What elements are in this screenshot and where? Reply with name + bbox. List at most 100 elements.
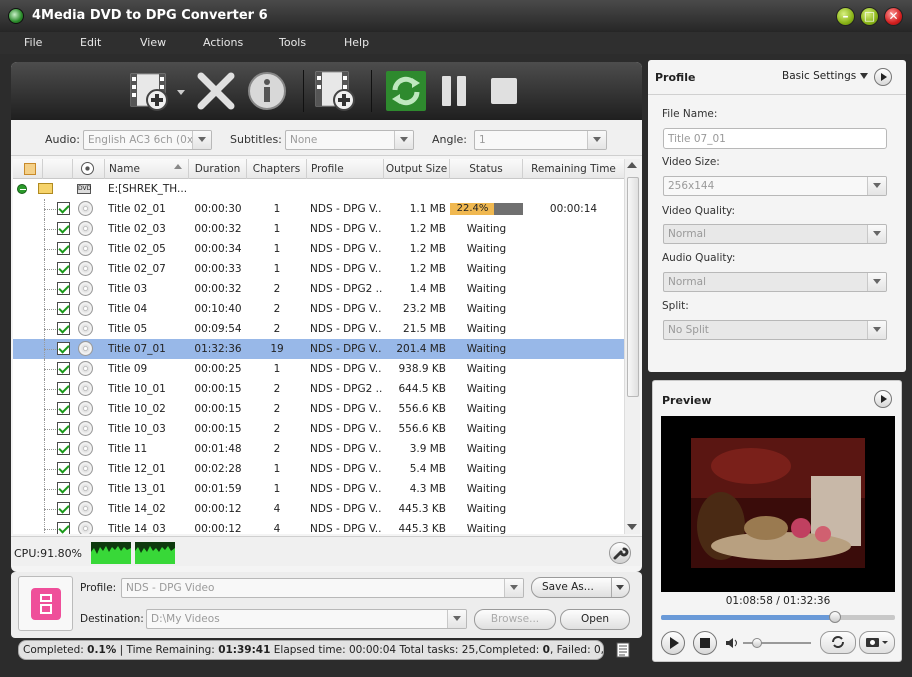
save-as-button[interactable]: Save As... [531, 577, 630, 598]
row-checkbox[interactable] [57, 382, 70, 395]
column-chapters[interactable]: Chapters [247, 159, 307, 179]
angle-select[interactable]: 1 [474, 130, 607, 150]
settings-button[interactable] [609, 542, 631, 564]
completed-value: 0.1% [87, 644, 117, 656]
table-row[interactable]: Title 10_02 00:00:15 2 NDS - DPG V... 556.6 … [13, 399, 624, 419]
column-output-size[interactable]: Output Size [384, 159, 450, 179]
seek-thumb[interactable] [829, 611, 842, 623]
minimize-button[interactable]: – [836, 7, 855, 26]
table-row[interactable]: Title 02_07 00:00:33 1 NDS - DPG V... 1.2 MB… [13, 259, 624, 279]
row-checkbox[interactable] [57, 522, 70, 534]
stop-button[interactable] [483, 70, 525, 112]
stop-preview-button[interactable] [693, 631, 717, 655]
open-button[interactable]: Open [560, 609, 630, 630]
add-chapter-button[interactable] [314, 70, 356, 112]
row-checkbox[interactable] [57, 202, 70, 215]
video-size-select[interactable]: 256x144 [663, 176, 887, 196]
file-name-input[interactable]: Title 07_01 [663, 128, 887, 149]
expand-preview-button[interactable] [874, 390, 892, 408]
table-row[interactable]: Title 13_01 00:01:59 1 NDS - DPG V... 4.3 MB… [13, 479, 624, 499]
menu-edit[interactable]: Edit [80, 36, 101, 49]
table-row[interactable]: Title 05 00:09:54 2 NDS - DPG V... 21.5 MB Wa… [13, 319, 624, 339]
row-checkbox[interactable] [57, 262, 70, 275]
remove-button[interactable] [195, 70, 237, 112]
menu-view[interactable]: View [140, 36, 166, 49]
row-checkbox[interactable] [57, 362, 70, 375]
collapse-icon[interactable] [17, 184, 27, 194]
menu-tools[interactable]: Tools [279, 36, 306, 49]
play-button[interactable] [661, 631, 685, 655]
table-row[interactable]: Title 02_05 00:00:34 1 NDS - DPG V... 1.2 MB… [13, 239, 624, 259]
profile-select[interactable]: NDS - DPG Video [121, 578, 524, 598]
convert-button[interactable] [385, 70, 427, 112]
table-row[interactable]: Title 02_01 00:00:30 1 NDS - DPG V... 1.1 MB… [13, 199, 624, 219]
destination-select[interactable]: D:\My Videos [146, 609, 467, 629]
log-button[interactable] [614, 641, 632, 659]
close-button[interactable]: ✕ [884, 7, 903, 26]
audio-quality-label: Audio Quality: [662, 252, 736, 264]
info-button[interactable] [246, 70, 288, 112]
menu-help[interactable]: Help [344, 36, 369, 49]
browse-button[interactable]: Browse... [474, 609, 556, 630]
table-row[interactable]: Title 03 00:00:32 2 NDS - DPG2 ... 1.4 MB Wai… [13, 279, 624, 299]
settings-mode-select[interactable]: Basic Settings [782, 70, 868, 82]
row-checkbox[interactable] [57, 222, 70, 235]
menu-actions[interactable]: Actions [203, 36, 243, 49]
video-quality-select[interactable]: Normal [663, 224, 887, 244]
subtitles-select-value: None [290, 134, 318, 146]
audio-select[interactable]: English AC3 6ch (0x8 [83, 130, 212, 150]
play-icon [670, 637, 679, 649]
split-select[interactable]: No Split [663, 320, 887, 340]
scroll-up-icon[interactable] [627, 162, 637, 168]
select-all-column[interactable] [13, 159, 43, 179]
maximize-button[interactable]: □ [860, 7, 879, 26]
menu-file[interactable]: File [24, 36, 42, 49]
audio-quality-select[interactable]: Normal [663, 272, 887, 292]
column-remaining-time[interactable]: Remaining Time [523, 159, 624, 179]
table-row[interactable]: Title 14_03 00:00:12 4 NDS - DPG V... 445.3 … [13, 519, 624, 534]
row-checkbox[interactable] [57, 422, 70, 435]
row-checkbox[interactable] [57, 282, 70, 295]
row-checkbox[interactable] [57, 402, 70, 415]
table-row[interactable]: Title 14_02 00:00:12 4 NDS - DPG V... 445.3 … [13, 499, 624, 519]
table-row[interactable]: Title 09 00:00:25 1 NDS - DPG V... 938.9 KB W… [13, 359, 624, 379]
table-row[interactable]: Title 10_03 00:00:15 2 NDS - DPG V... 556.6 … [13, 419, 624, 439]
volume-icon[interactable] [725, 637, 739, 649]
save-as-dropdown[interactable] [611, 578, 629, 597]
scroll-thumb[interactable] [627, 177, 639, 397]
source-row[interactable]: DVD E:[SHREK_TH... [13, 179, 624, 199]
table-row[interactable]: Title 10_01 00:00:15 2 NDS - DPG2 ... 644.5 … [13, 379, 624, 399]
row-checkbox[interactable] [57, 442, 70, 455]
row-output-size: 5.4 MB [409, 463, 446, 475]
rotate-button[interactable] [820, 631, 856, 654]
scroll-down-icon[interactable] [627, 524, 637, 530]
row-checkbox[interactable] [57, 242, 70, 255]
row-checkbox[interactable] [57, 482, 70, 495]
table-row[interactable]: Title 07_01 01:32:36 19 NDS - DPG V... 201.4… [13, 339, 624, 359]
row-checkbox[interactable] [57, 322, 70, 335]
column-name[interactable]: Name [105, 159, 189, 179]
table-row[interactable]: Title 04 00:10:40 2 NDS - DPG V... 23.2 MB Wa… [13, 299, 624, 319]
row-checkbox[interactable] [57, 502, 70, 515]
column-status[interactable]: Status [450, 159, 523, 179]
table-row[interactable]: Title 12_01 00:02:28 1 NDS - DPG V... 5.4 MB… [13, 459, 624, 479]
row-checkbox[interactable] [57, 342, 70, 355]
seek-bar[interactable] [661, 611, 895, 623]
table-row[interactable]: Title 11 00:01:48 2 NDS - DPG V... 3.9 MB Wai… [13, 439, 624, 459]
table-row[interactable]: Title 02_03 00:00:32 1 NDS - DPG V... 1.2 MB… [13, 219, 624, 239]
file-name-label: File Name: [662, 108, 718, 120]
volume-thumb[interactable] [751, 638, 762, 648]
row-checkbox[interactable] [57, 462, 70, 475]
row-checkbox[interactable] [57, 302, 70, 315]
volume-slider[interactable] [743, 638, 811, 648]
add-file-button[interactable] [129, 70, 187, 112]
column-profile[interactable]: Profile [307, 159, 384, 179]
expand-profile-button[interactable] [874, 68, 892, 86]
check-all-icon[interactable] [24, 163, 36, 175]
snapshot-button[interactable] [859, 631, 895, 654]
task-list-scrollbar[interactable] [624, 159, 640, 534]
pause-button[interactable] [434, 70, 476, 112]
row-status: Waiting [466, 283, 507, 295]
column-duration[interactable]: Duration [189, 159, 247, 179]
subtitles-select[interactable]: None [285, 130, 414, 150]
